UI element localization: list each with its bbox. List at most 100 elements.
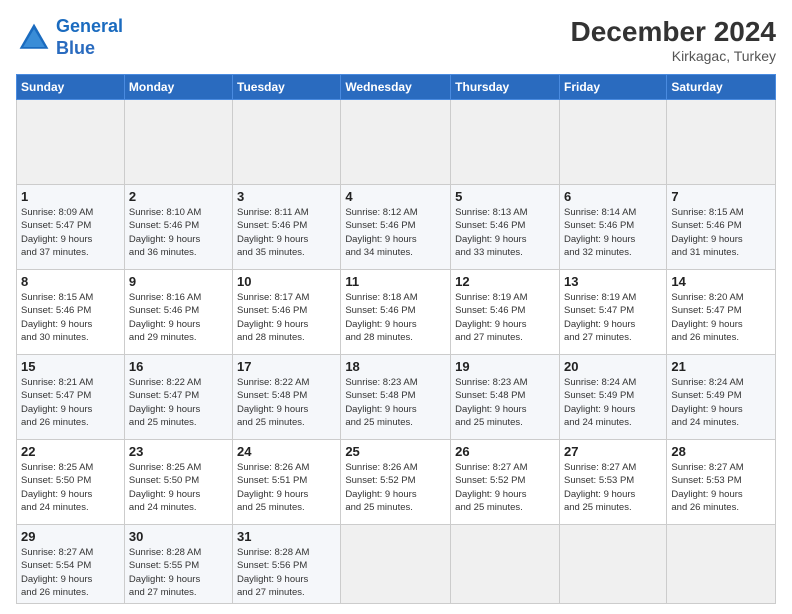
calendar-cell: 5Sunrise: 8:13 AM Sunset: 5:46 PM Daylig…: [451, 185, 560, 270]
subtitle: Kirkagac, Turkey: [571, 48, 776, 64]
col-wednesday: Wednesday: [341, 75, 451, 100]
calendar-cell: 15 Sunrise: 8:21 AM Sunset: 5:47 PM Dayli…: [17, 355, 125, 440]
day-info: Sunrise: 8:15 AM Sunset: 5:46 PM Dayligh…: [671, 206, 771, 259]
day-info: Sunrise: 8:20 AM Sunset: 5:47 PM Dayligh…: [671, 291, 771, 344]
calendar-cell: [341, 525, 451, 604]
day-number: 22: [21, 444, 120, 459]
day-number: 13: [564, 274, 662, 289]
day-number: 6: [564, 189, 662, 204]
col-tuesday: Tuesday: [233, 75, 341, 100]
day-number: 30: [129, 529, 228, 544]
calendar-cell: 1 Sunrise: 8:09 AM Sunset: 5:47 PM Daylig…: [17, 185, 125, 270]
calendar-cell: 29Sunrise: 8:27 AM Sunset: 5:54 PM Dayli…: [17, 525, 125, 604]
day-number: 1: [21, 189, 120, 204]
day-info: Sunrise: 8:21 AM Sunset: 5:47 PM Dayligh…: [21, 376, 120, 429]
day-info: Sunrise: 8:23 AM Sunset: 5:48 PM Dayligh…: [455, 376, 555, 429]
calendar-cell: 31 Sunrise: 8:28 AM Sunset: 5:56 PM Dayli…: [233, 525, 341, 604]
day-number: 19: [455, 359, 555, 374]
calendar-cell: 24Sunrise: 8:26 AM Sunset: 5:51 PM Dayli…: [233, 440, 341, 525]
day-info: Sunrise: 8:28 AM Sunset: 5:55 PM Dayligh…: [129, 546, 228, 599]
page-container: General Blue December 2024 Kirkagac, Tur…: [0, 0, 792, 614]
day-info: Sunrise: 8:14 AM Sunset: 5:46 PM Dayligh…: [564, 206, 662, 259]
day-info: Sunrise: 8:27 AM Sunset: 5:53 PM Dayligh…: [671, 461, 771, 514]
day-number: 31: [237, 529, 336, 544]
day-info: Sunrise: 8:19 AM Sunset: 5:46 PM Dayligh…: [455, 291, 555, 344]
calendar-cell: [341, 100, 451, 185]
calendar-cell: [559, 100, 666, 185]
day-number: 11: [345, 274, 446, 289]
day-info: Sunrise: 8:24 AM Sunset: 5:49 PM Dayligh…: [564, 376, 662, 429]
day-info: Sunrise: 8:27 AM Sunset: 5:54 PM Dayligh…: [21, 546, 120, 599]
day-info: Sunrise: 8:18 AM Sunset: 5:46 PM Dayligh…: [345, 291, 446, 344]
day-info: Sunrise: 8:15 AM Sunset: 5:46 PM Dayligh…: [21, 291, 120, 344]
col-monday: Monday: [124, 75, 232, 100]
day-number: 25: [345, 444, 446, 459]
calendar-cell: 9 Sunrise: 8:16 AM Sunset: 5:46 PM Daylig…: [124, 270, 232, 355]
day-number: 14: [671, 274, 771, 289]
title-block: December 2024 Kirkagac, Turkey: [571, 16, 776, 64]
day-info: Sunrise: 8:28 AM Sunset: 5:56 PM Dayligh…: [237, 546, 336, 599]
col-saturday: Saturday: [667, 75, 776, 100]
logo: General Blue: [16, 16, 123, 59]
day-number: 3: [237, 189, 336, 204]
calendar-cell: 22 Sunrise: 8:25 AM Sunset: 5:50 PM Dayli…: [17, 440, 125, 525]
day-info: Sunrise: 8:17 AM Sunset: 5:46 PM Dayligh…: [237, 291, 336, 344]
calendar-cell: 10 Sunrise: 8:17 AM Sunset: 5:46 PM Dayli…: [233, 270, 341, 355]
calendar-cell: 28 Sunrise: 8:27 AM Sunset: 5:53 PM Dayli…: [667, 440, 776, 525]
day-info: Sunrise: 8:22 AM Sunset: 5:47 PM Dayligh…: [129, 376, 228, 429]
calendar-cell: 18Sunrise: 8:23 AM Sunset: 5:48 PM Dayli…: [341, 355, 451, 440]
day-number: 9: [129, 274, 228, 289]
calendar-cell: [233, 100, 341, 185]
calendar-cell: [451, 100, 560, 185]
calendar-cell: 16 Sunrise: 8:22 AM Sunset: 5:47 PM Dayli…: [124, 355, 232, 440]
calendar-cell: 4Sunrise: 8:12 AM Sunset: 5:46 PM Daylig…: [341, 185, 451, 270]
calendar-cell: [17, 100, 125, 185]
logo-text: General Blue: [56, 16, 123, 59]
day-info: Sunrise: 8:25 AM Sunset: 5:50 PM Dayligh…: [129, 461, 228, 514]
day-number: 23: [129, 444, 228, 459]
day-number: 12: [455, 274, 555, 289]
day-info: Sunrise: 8:09 AM Sunset: 5:47 PM Dayligh…: [21, 206, 120, 259]
day-info: Sunrise: 8:13 AM Sunset: 5:46 PM Dayligh…: [455, 206, 555, 259]
day-number: 28: [671, 444, 771, 459]
day-info: Sunrise: 8:12 AM Sunset: 5:46 PM Dayligh…: [345, 206, 446, 259]
day-number: 18: [345, 359, 446, 374]
day-number: 21: [671, 359, 771, 374]
day-number: 10: [237, 274, 336, 289]
calendar-cell: 2 Sunrise: 8:10 AM Sunset: 5:46 PM Daylig…: [124, 185, 232, 270]
calendar-cell: 20 Sunrise: 8:24 AM Sunset: 5:49 PM Dayli…: [559, 355, 666, 440]
day-number: 17: [237, 359, 336, 374]
main-title: December 2024: [571, 16, 776, 48]
day-info: Sunrise: 8:25 AM Sunset: 5:50 PM Dayligh…: [21, 461, 120, 514]
day-info: Sunrise: 8:22 AM Sunset: 5:48 PM Dayligh…: [237, 376, 336, 429]
day-info: Sunrise: 8:16 AM Sunset: 5:46 PM Dayligh…: [129, 291, 228, 344]
calendar-cell: 23 Sunrise: 8:25 AM Sunset: 5:50 PM Dayli…: [124, 440, 232, 525]
calendar-cell: 13 Sunrise: 8:19 AM Sunset: 5:47 PM Dayli…: [559, 270, 666, 355]
day-number: 26: [455, 444, 555, 459]
calendar-cell: [667, 525, 776, 604]
calendar-cell: 12 Sunrise: 8:19 AM Sunset: 5:46 PM Dayli…: [451, 270, 560, 355]
calendar-table: Sunday Monday Tuesday Wednesday Thursday…: [16, 74, 776, 604]
day-number: 8: [21, 274, 120, 289]
col-thursday: Thursday: [451, 75, 560, 100]
calendar-cell: 26 Sunrise: 8:27 AM Sunset: 5:52 PM Dayli…: [451, 440, 560, 525]
calendar-cell: [667, 100, 776, 185]
day-number: 15: [21, 359, 120, 374]
day-number: 27: [564, 444, 662, 459]
calendar-cell: 3 Sunrise: 8:11 AM Sunset: 5:46 PM Daylig…: [233, 185, 341, 270]
calendar-cell: 7Sunrise: 8:15 AM Sunset: 5:46 PM Daylig…: [667, 185, 776, 270]
day-number: 20: [564, 359, 662, 374]
day-info: Sunrise: 8:11 AM Sunset: 5:46 PM Dayligh…: [237, 206, 336, 259]
calendar-cell: [451, 525, 560, 604]
calendar-cell: 25Sunrise: 8:26 AM Sunset: 5:52 PM Dayli…: [341, 440, 451, 525]
day-info: Sunrise: 8:27 AM Sunset: 5:52 PM Dayligh…: [455, 461, 555, 514]
day-number: 2: [129, 189, 228, 204]
day-number: 16: [129, 359, 228, 374]
day-info: Sunrise: 8:27 AM Sunset: 5:53 PM Dayligh…: [564, 461, 662, 514]
calendar-cell: 17 Sunrise: 8:22 AM Sunset: 5:48 PM Dayli…: [233, 355, 341, 440]
day-info: Sunrise: 8:19 AM Sunset: 5:47 PM Dayligh…: [564, 291, 662, 344]
calendar-cell: 11 Sunrise: 8:18 AM Sunset: 5:46 PM Dayli…: [341, 270, 451, 355]
header: General Blue December 2024 Kirkagac, Tur…: [16, 16, 776, 64]
day-info: Sunrise: 8:10 AM Sunset: 5:46 PM Dayligh…: [129, 206, 228, 259]
calendar-cell: [559, 525, 666, 604]
